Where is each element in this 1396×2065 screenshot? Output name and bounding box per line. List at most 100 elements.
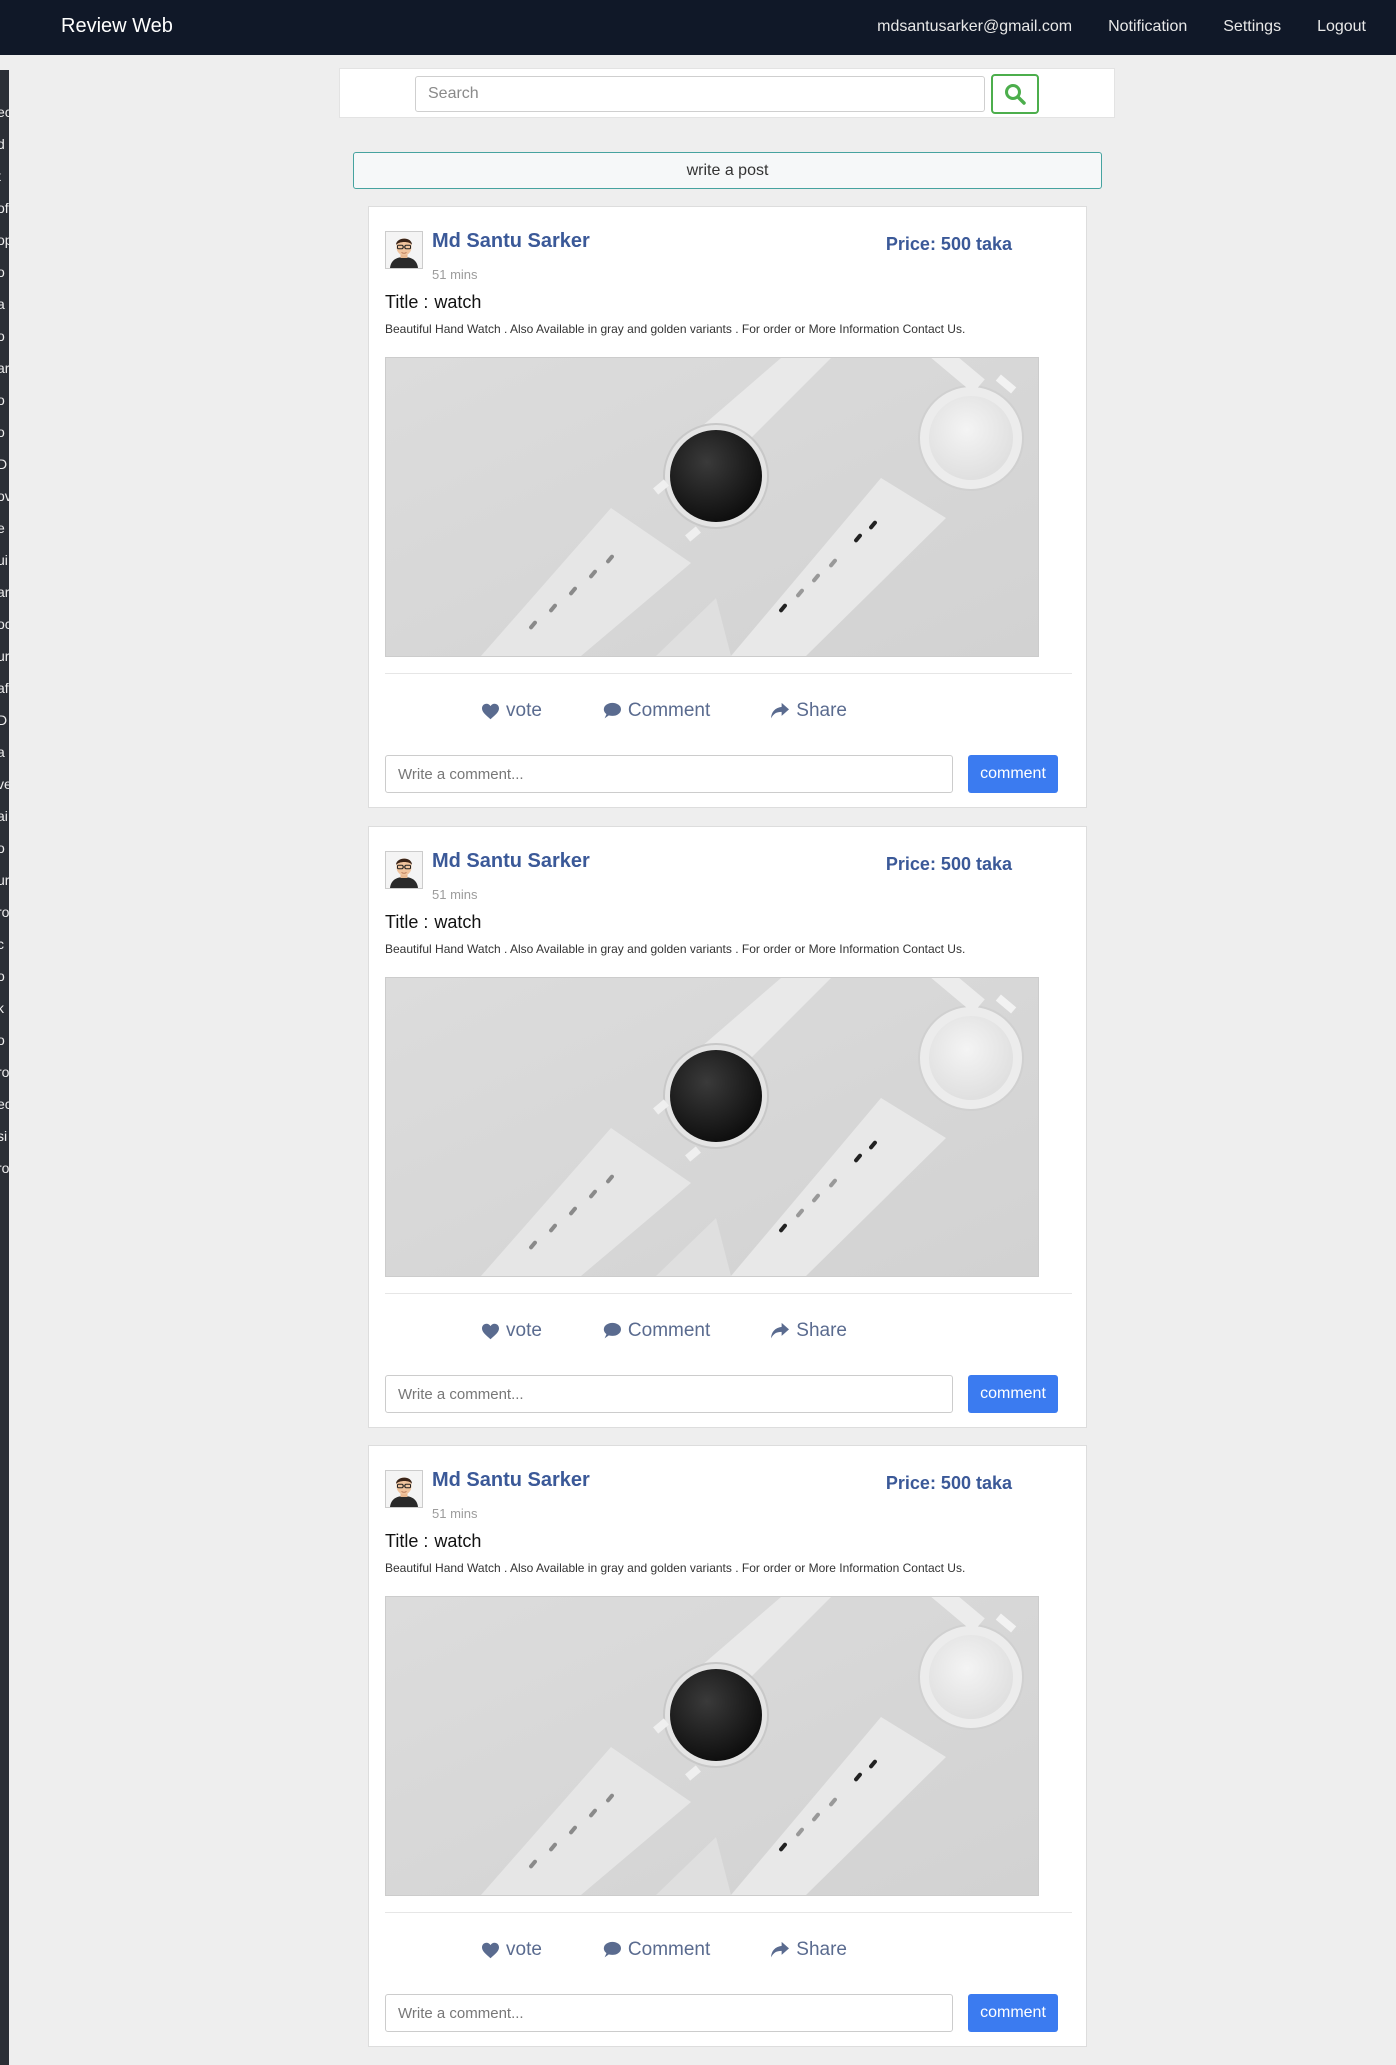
- post-description: Beautiful Hand Watch . Also Available in…: [385, 1561, 966, 1575]
- sidebar-item[interactable]: ec: [0, 1094, 9, 1115]
- share-arrow-icon: [771, 1322, 790, 1339]
- nav-notification-link[interactable]: Notification: [1108, 18, 1187, 36]
- post-title-value: watch: [434, 912, 482, 932]
- sidebar-item[interactable]: d: [0, 134, 5, 155]
- comment-action-button[interactable]: Comment: [602, 700, 710, 722]
- vote-button[interactable]: vote: [481, 1320, 542, 1342]
- sidebar-item[interactable]: c: [0, 934, 4, 955]
- sidebar-item[interactable]: e: [0, 518, 5, 539]
- post-author-name[interactable]: Md Santu Sarker: [432, 1469, 590, 1492]
- avatar[interactable]: [385, 1470, 423, 1508]
- nav-logout-link[interactable]: Logout: [1317, 18, 1366, 36]
- sidebar-item[interactable]: D: [0, 710, 7, 731]
- comment-action-label: Comment: [627, 1320, 711, 1341]
- avatar[interactable]: [385, 231, 423, 269]
- post-divider: [385, 1912, 1072, 1913]
- sidebar-item[interactable]: o: [0, 838, 5, 859]
- sidebar-item[interactable]: ar: [0, 582, 9, 603]
- post-title: Title : watch: [385, 292, 481, 313]
- sidebar-item[interactable]: o: [0, 422, 5, 443]
- comment-input[interactable]: [385, 755, 953, 793]
- comment-input[interactable]: [385, 1994, 953, 2032]
- sidebar-item[interactable]: ec: [0, 102, 9, 123]
- vote-button[interactable]: vote: [481, 1939, 542, 1961]
- sidebar-item[interactable]: ur: [0, 646, 9, 667]
- share-arrow-icon: [771, 702, 790, 719]
- post-description: Beautiful Hand Watch . Also Available in…: [385, 942, 966, 956]
- post-title-label: Title :: [385, 912, 429, 932]
- sidebar-item[interactable]: D: [0, 454, 7, 475]
- search-bar: [339, 68, 1115, 118]
- speech-bubble-icon: [603, 1322, 621, 1339]
- post-title-label: Title :: [385, 292, 429, 312]
- post-description: Beautiful Hand Watch . Also Available in…: [385, 322, 966, 336]
- comment-submit-button[interactable]: comment: [968, 1994, 1058, 2032]
- sidebar-item[interactable]: ro: [0, 1158, 9, 1179]
- collapsed-sidebar[interactable]: ecdtofopoaoarooDoveuiarocurafDaveaiourro…: [0, 70, 9, 2065]
- post-author-name[interactable]: Md Santu Sarker: [432, 230, 590, 253]
- vote-label: vote: [506, 1320, 542, 1341]
- top-navbar: Review Web mdsantusarker@gmail.com Notif…: [0, 0, 1396, 55]
- sidebar-item[interactable]: of: [0, 198, 9, 219]
- search-button[interactable]: [991, 74, 1039, 114]
- post-title-label: Title :: [385, 1531, 429, 1551]
- sidebar-item[interactable]: ve: [0, 774, 9, 795]
- sidebar-item[interactable]: ro: [0, 1062, 9, 1083]
- sidebar-item[interactable]: ui: [0, 550, 8, 571]
- post-actions: vote Comment Share: [481, 1320, 847, 1342]
- sidebar-item[interactable]: o: [0, 1030, 5, 1051]
- nav-links: mdsantusarker@gmail.com Notification Set…: [877, 18, 1366, 36]
- sidebar-item[interactable]: si: [0, 1126, 7, 1147]
- post-image[interactable]: [385, 977, 1039, 1277]
- write-post-button[interactable]: write a post: [353, 152, 1102, 189]
- vote-label: vote: [506, 700, 542, 721]
- sidebar-item[interactable]: ov: [0, 486, 9, 507]
- post-image[interactable]: [385, 357, 1039, 657]
- sidebar-item[interactable]: o: [0, 326, 5, 347]
- heart-icon: [482, 1942, 499, 1958]
- post-title-value: watch: [434, 292, 482, 312]
- nav-settings-link[interactable]: Settings: [1223, 18, 1281, 36]
- share-button[interactable]: Share: [770, 1939, 847, 1961]
- sidebar-item[interactable]: af: [0, 678, 9, 699]
- comment-submit-button[interactable]: comment: [968, 755, 1058, 793]
- comment-submit-button[interactable]: comment: [968, 1375, 1058, 1413]
- brand-logo-text[interactable]: Review Web: [61, 15, 173, 38]
- sidebar-item[interactable]: o: [0, 262, 5, 283]
- sidebar-item[interactable]: ro: [0, 902, 9, 923]
- share-button[interactable]: Share: [770, 1320, 847, 1342]
- comment-action-button[interactable]: Comment: [602, 1320, 710, 1342]
- comment-input[interactable]: [385, 1375, 953, 1413]
- nav-user-email[interactable]: mdsantusarker@gmail.com: [877, 18, 1072, 36]
- post-price: Price: 500 taka: [885, 854, 1012, 874]
- share-button[interactable]: Share: [770, 700, 847, 722]
- sidebar-item[interactable]: k: [0, 998, 4, 1019]
- comment-action-label: Comment: [627, 1939, 711, 1960]
- sidebar-item[interactable]: op: [0, 230, 9, 251]
- share-label: Share: [796, 700, 847, 721]
- avatar[interactable]: [385, 851, 423, 889]
- sidebar-item[interactable]: oc: [0, 614, 9, 635]
- post-title: Title : watch: [385, 912, 481, 933]
- comment-action-button[interactable]: Comment: [602, 1939, 710, 1961]
- sidebar-item[interactable]: o: [0, 966, 5, 987]
- vote-button[interactable]: vote: [481, 700, 542, 722]
- post-timestamp: 51 mins: [432, 1506, 478, 1521]
- sidebar-item[interactable]: ur: [0, 870, 9, 891]
- share-label: Share: [796, 1320, 847, 1341]
- post-timestamp: 51 mins: [432, 887, 478, 902]
- sidebar-item[interactable]: ar: [0, 358, 9, 379]
- post-image[interactable]: [385, 1596, 1039, 1896]
- sidebar-item[interactable]: ai: [0, 806, 8, 827]
- sidebar-item[interactable]: a: [0, 742, 5, 763]
- sidebar-item[interactable]: t: [0, 166, 1, 187]
- post-card: Md Santu Sarker 51 mins Price: 500 taka …: [368, 206, 1087, 808]
- sidebar-item[interactable]: o: [0, 390, 5, 411]
- heart-icon: [482, 703, 499, 719]
- post-price: Price: 500 taka: [885, 1473, 1012, 1493]
- post-divider: [385, 1293, 1072, 1294]
- post-card: Md Santu Sarker 51 mins Price: 500 taka …: [368, 1445, 1087, 2047]
- search-input[interactable]: [415, 76, 985, 112]
- post-author-name[interactable]: Md Santu Sarker: [432, 850, 590, 873]
- sidebar-item[interactable]: a: [0, 294, 5, 315]
